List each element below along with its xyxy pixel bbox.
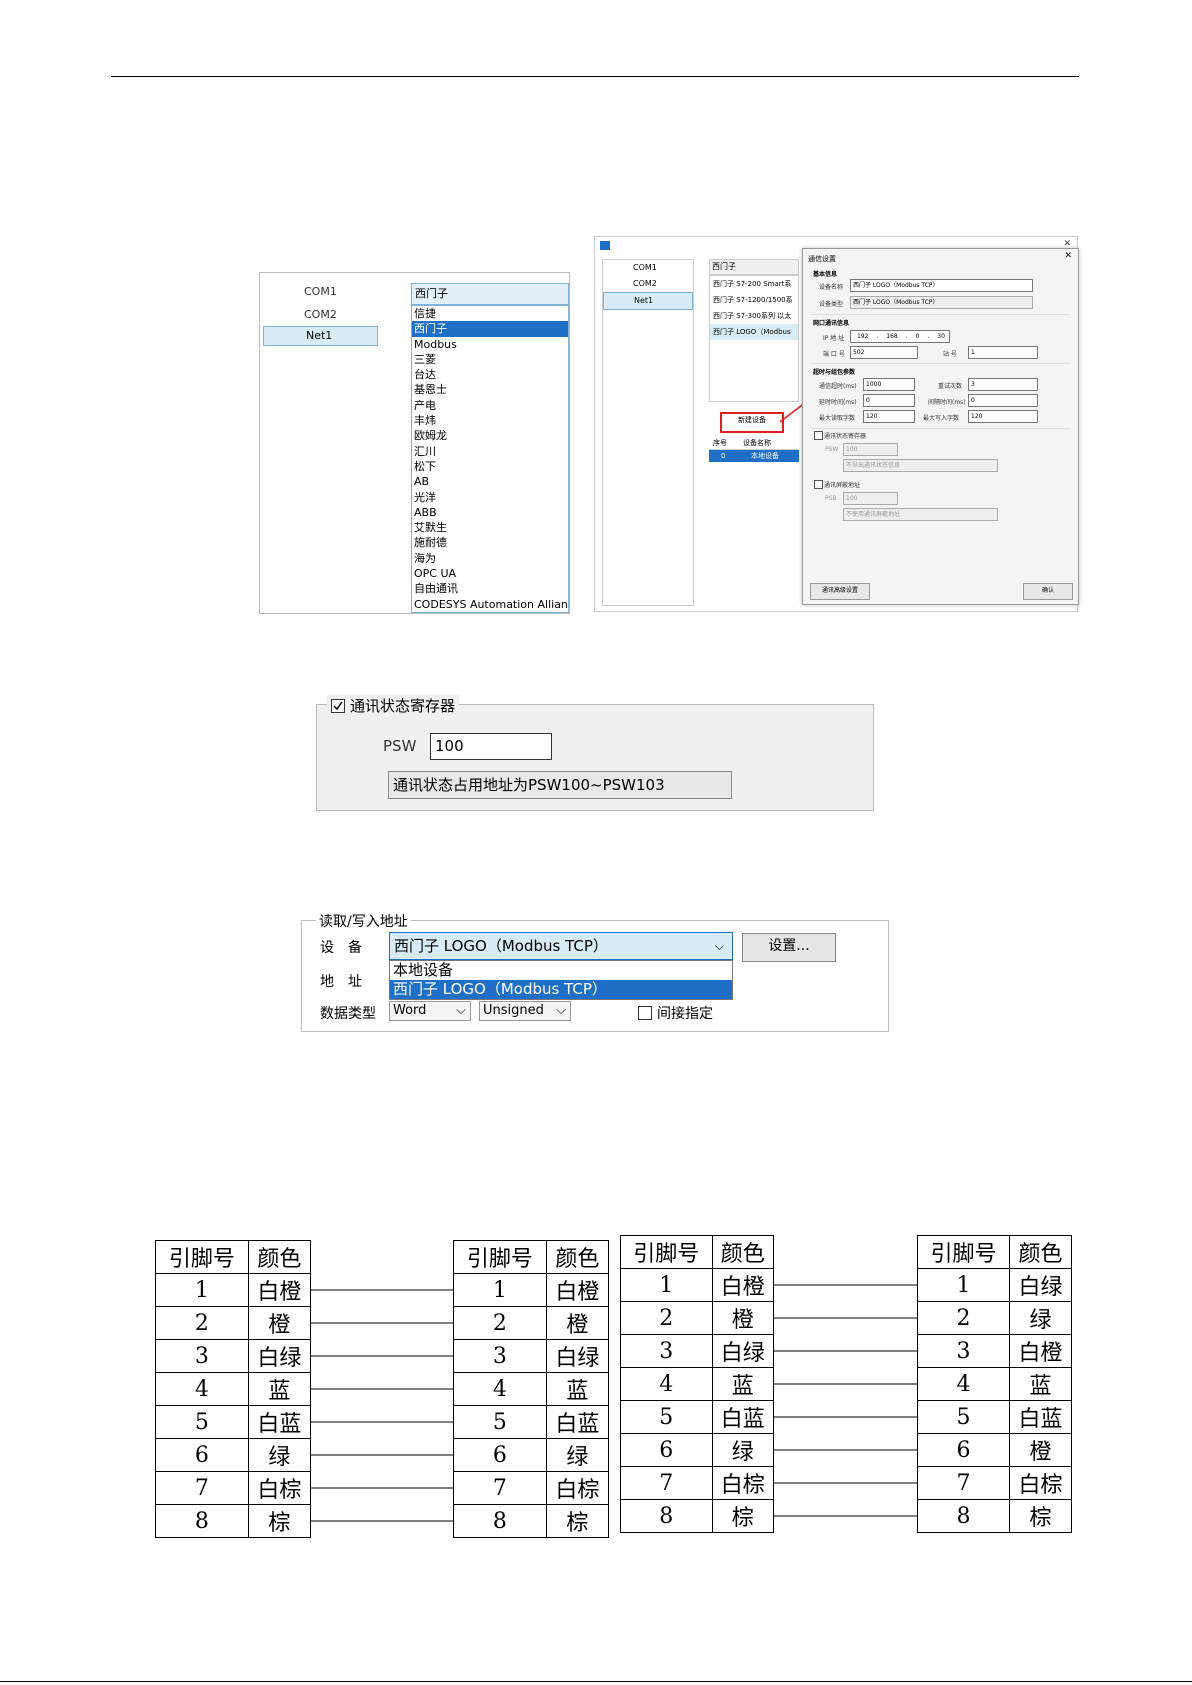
footer-rule xyxy=(0,1681,1192,1682)
dropdown-option[interactable]: 本地设备 xyxy=(390,961,732,980)
wiring-lines xyxy=(311,1284,917,1522)
dropdown-option-selected[interactable]: 西门子 LOGO（Modbus TCP） xyxy=(390,980,732,999)
device-dropdown[interactable]: 本地设备 西门子 LOGO（Modbus TCP） xyxy=(389,960,733,1000)
